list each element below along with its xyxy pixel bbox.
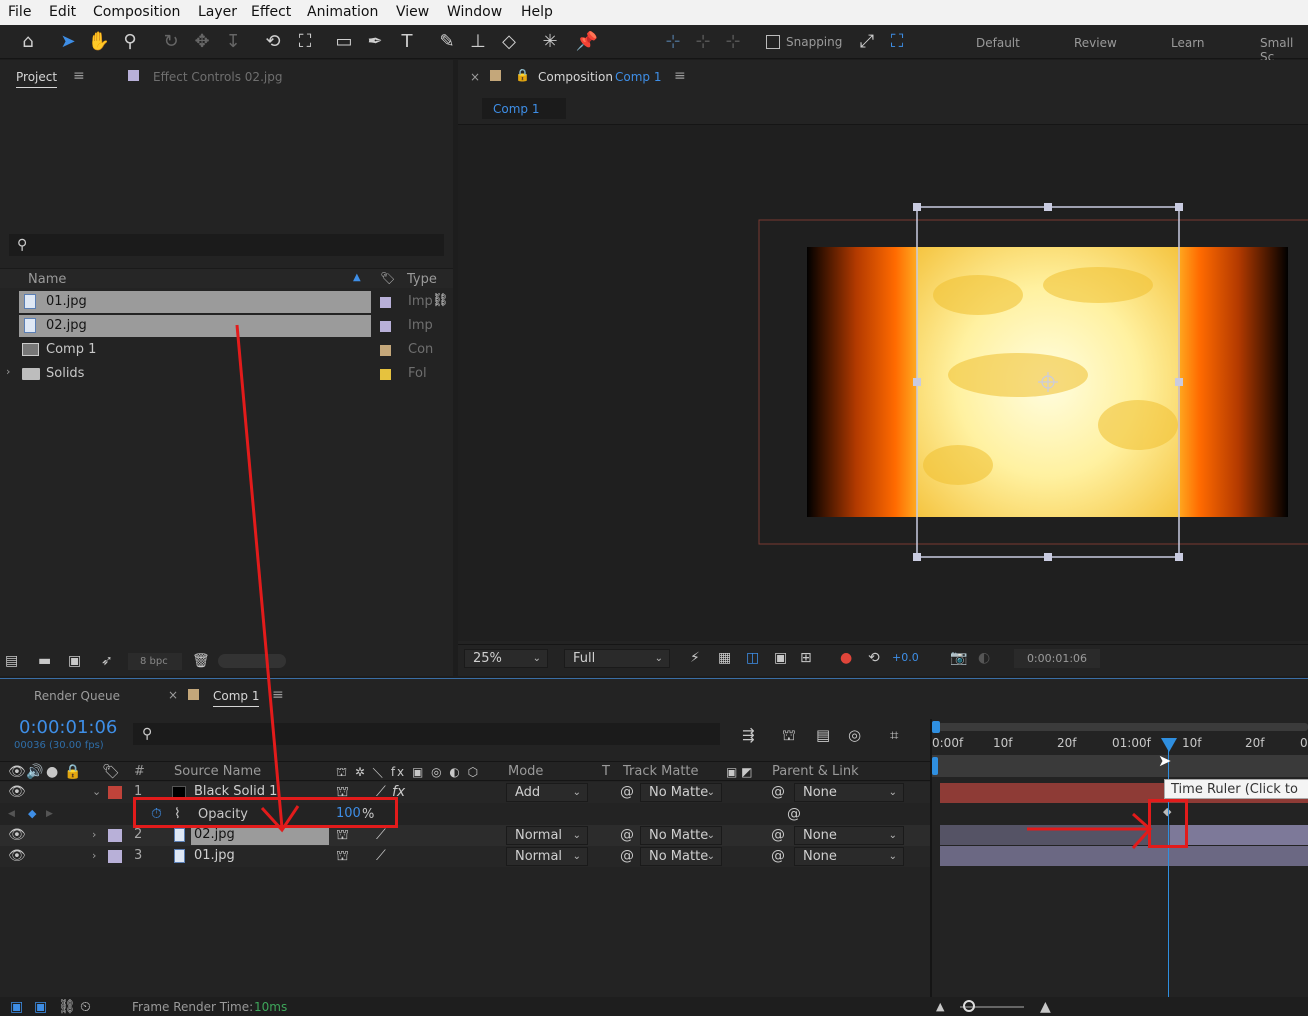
opacity-highlight-box [133, 797, 398, 828]
drag-arrow-line [235, 324, 284, 829]
keyframe-highlight-box [1148, 799, 1188, 848]
tutorial-annotations [235, 324, 1153, 850]
